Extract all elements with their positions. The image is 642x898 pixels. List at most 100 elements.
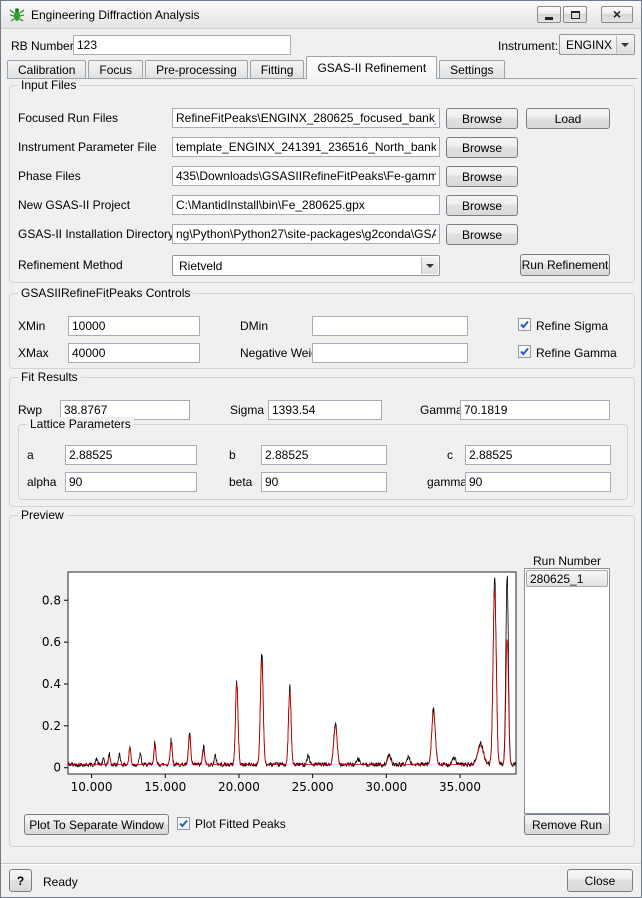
- plot-to-separate-window-button[interactable]: Plot To Separate Window: [24, 814, 169, 835]
- gamma-result-label: Gamma: [420, 403, 463, 417]
- refinement-method-combobox[interactable]: Rietveld: [172, 255, 440, 276]
- negative-weight-input[interactable]: [312, 343, 468, 363]
- lattice-gamma-input[interactable]: [465, 472, 611, 492]
- chevron-down-icon: [426, 263, 434, 268]
- check-icon: [520, 347, 529, 356]
- lattice-a-input[interactable]: [65, 445, 197, 465]
- lattice-parameters-group: Lattice Parameters a b c alpha beta gamm…: [18, 417, 628, 500]
- refinement-method-label: Refinement Method: [18, 258, 123, 272]
- preview-group: Preview 10.000 15.000 20.000 25.000 30.000 35…: [9, 508, 635, 847]
- lattice-c-input[interactable]: [465, 445, 611, 465]
- svg-text:25.000: 25.000: [292, 780, 334, 794]
- phase-files-label: Phase Files: [18, 169, 81, 183]
- chevron-down-icon: [621, 42, 629, 47]
- lattice-alpha-label: alpha: [27, 475, 57, 489]
- gsas-install-dir-label: GSAS-II Installation Directory: [18, 227, 175, 241]
- new-gsas-project-label: New GSAS-II Project: [18, 198, 131, 212]
- instrument-label: Instrument:: [498, 39, 559, 53]
- svg-text:20.000: 20.000: [218, 780, 260, 794]
- window-title: Engineering Diffraction Analysis: [31, 8, 200, 22]
- titlebar[interactable]: Engineering Diffraction Analysis ×: [1, 1, 641, 29]
- rb-number-label: RB Number:: [11, 39, 78, 53]
- check-icon: [179, 819, 188, 828]
- input-files-group-title: Input Files: [18, 78, 80, 92]
- check-icon: [520, 320, 529, 329]
- sigma-input[interactable]: [268, 400, 382, 420]
- svg-text:15.000: 15.000: [144, 780, 186, 794]
- run-number-listbox[interactable]: 280625_1: [524, 568, 610, 814]
- instrument-parameter-file-input[interactable]: [172, 137, 440, 157]
- maximize-button[interactable]: [563, 6, 587, 23]
- gsas-install-dir-input[interactable]: [172, 224, 440, 244]
- focused-run-files-input[interactable]: [172, 108, 440, 128]
- minimize-button[interactable]: [537, 6, 561, 23]
- focused-run-browse-button[interactable]: Browse: [446, 108, 518, 129]
- controls-group-title: GSASIIRefineFitPeaks Controls: [18, 286, 194, 300]
- run-list-item[interactable]: 280625_1: [526, 570, 608, 587]
- refinement-method-arrowbox: [421, 257, 438, 274]
- close-button[interactable]: Close: [567, 869, 633, 892]
- tab-fitting[interactable]: Fitting: [249, 60, 305, 79]
- status-text: Ready: [43, 875, 78, 889]
- refine-sigma-checkbox[interactable]: [518, 318, 531, 331]
- preview-group-title: Preview: [18, 508, 67, 522]
- plot-fitted-peaks-label: Plot Fitted Peaks: [195, 817, 286, 831]
- fit-results-group: Fit Results Rwp Sigma Gamma Lattice Para…: [9, 370, 635, 507]
- sigma-label: Sigma: [230, 403, 265, 417]
- new-gsas-project-browse-button[interactable]: Browse: [446, 195, 518, 216]
- svg-text:35.000: 35.000: [439, 780, 481, 794]
- run-number-label: Run Number: [532, 554, 602, 568]
- refine-sigma-label: Refine Sigma: [536, 319, 609, 333]
- load-button[interactable]: Load: [526, 108, 610, 129]
- preview-plot-svg: 10.000 15.000 20.000 25.000 30.000 35.000 0 0.2…: [42, 571, 517, 794]
- gsas-install-dir-browse-button[interactable]: Browse: [446, 224, 518, 245]
- mantid-app-icon: [9, 8, 25, 22]
- phase-files-browse-button[interactable]: Browse: [446, 166, 518, 187]
- instrument-combobox[interactable]: ENGINX: [559, 34, 635, 55]
- fit-results-group-title: Fit Results: [18, 370, 81, 384]
- engineering-diffraction-window: Engineering Diffraction Analysis × RB Nu…: [0, 0, 642, 898]
- plot-fitted-peaks-checkbox[interactable]: [177, 817, 190, 830]
- lattice-alpha-input[interactable]: [65, 472, 197, 492]
- dmin-input[interactable]: [312, 316, 468, 336]
- xmin-input[interactable]: [68, 316, 200, 336]
- refine-gamma-label: Refine Gamma: [536, 346, 617, 360]
- svg-text:0.6: 0.6: [42, 635, 61, 649]
- minimize-icon: [545, 17, 553, 20]
- refinefitpeaks-controls-group: GSASIIRefineFitPeaks Controls XMin DMin …: [9, 286, 635, 369]
- maximize-icon: [570, 10, 580, 19]
- tab-pre-processing[interactable]: Pre-processing: [145, 60, 248, 79]
- svg-text:0.4: 0.4: [42, 677, 61, 691]
- remove-run-button[interactable]: Remove Run: [524, 814, 610, 835]
- tabbar: Calibration Focus Pre-processing Fitting…: [7, 56, 637, 79]
- tab-calibration[interactable]: Calibration: [7, 60, 87, 79]
- focused-run-files-label: Focused Run Files: [18, 111, 119, 125]
- rwp-label: Rwp: [18, 403, 43, 417]
- run-refinement-button[interactable]: Run Refinement: [520, 254, 610, 276]
- instrument-parameter-browse-button[interactable]: Browse: [446, 137, 518, 158]
- tab-gsas-ii-refinement[interactable]: GSAS-II Refinement: [306, 56, 438, 79]
- svg-text:0.2: 0.2: [42, 719, 61, 733]
- svg-text:10.000: 10.000: [71, 780, 113, 794]
- rb-number-input[interactable]: [73, 35, 291, 55]
- phase-files-input[interactable]: [172, 166, 440, 186]
- lattice-b-label: b: [229, 448, 236, 462]
- xmax-input[interactable]: [68, 343, 200, 363]
- lattice-b-input[interactable]: [261, 445, 387, 465]
- statusbar: ? Ready Close: [1, 863, 641, 897]
- help-button[interactable]: ?: [9, 869, 32, 892]
- lattice-beta-input[interactable]: [261, 472, 387, 492]
- tab-focus[interactable]: Focus: [88, 60, 144, 79]
- new-gsas-project-input[interactable]: [172, 195, 440, 215]
- instrument-dropdown-arrowbox: [616, 36, 633, 53]
- gamma-result-input[interactable]: [460, 400, 610, 420]
- close-window-button[interactable]: ×: [601, 6, 633, 23]
- xmin-label: XMin: [18, 319, 46, 333]
- tab-settings[interactable]: Settings: [439, 60, 505, 79]
- close-icon: ×: [612, 6, 622, 22]
- svg-text:30.000: 30.000: [365, 780, 407, 794]
- refine-gamma-checkbox[interactable]: [518, 345, 531, 358]
- lattice-a-label: a: [27, 448, 34, 462]
- svg-text:0.8: 0.8: [42, 593, 61, 607]
- lattice-gamma-label: gamma: [427, 475, 468, 489]
